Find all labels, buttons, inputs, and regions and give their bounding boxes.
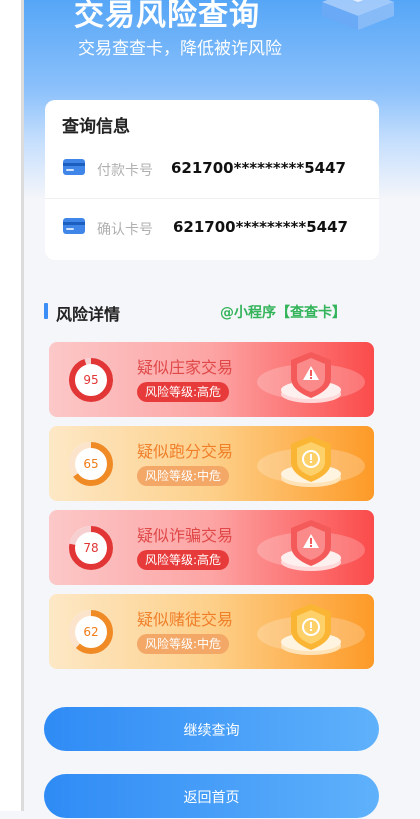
risk-level-badge: 风险等级:高危 [137,382,230,402]
page-title: 交易风险查询 [74,0,260,33]
payment-card-number: 621700*********5447 [171,159,346,177]
payment-card-row: 付款卡号 621700*********5447 [45,140,379,198]
risk-score: 65 [83,457,99,471]
risk-item-score-farming[interactable]: 65 疑似跑分交易 风险等级:中危 [49,426,374,501]
warning-shield-icon [257,352,365,403]
bank-card-icon [63,159,85,175]
mini-program-watermark: @小程序【查查卡】 [220,305,346,321]
warning-shield-icon [257,520,365,571]
risk-level-badge: 风险等级:中危 [137,634,230,654]
confirm-card-row: 确认卡号 621700*********5447 [45,198,379,257]
risk-level-badge: 风险等级:中危 [137,466,230,486]
back-home-button[interactable]: 返回首页 [44,774,379,818]
page-subtitle: 交易查查卡，降低被诈风险 [78,39,282,59]
bank-card-icon [63,218,85,234]
risk-name: 疑似庄家交易 [137,358,234,377]
risk-name: 疑似赌徒交易 [137,610,234,629]
risk-section-title: 风险详情 [56,305,121,324]
alert-shield-icon [257,604,365,655]
risk-item-fraud[interactable]: 78 疑似诈骗交易 风险等级:高危 [49,510,374,585]
risk-score: 62 [83,625,99,639]
risk-score: 95 [83,373,99,387]
query-info-title: 查询信息 [62,117,130,137]
left-edge-panel [0,0,24,811]
confirm-card-number: 621700*********5447 [173,218,348,236]
risk-score: 78 [83,541,99,555]
query-info-card: 查询信息 付款卡号 621700*********5447 确认卡号 62170… [45,100,379,260]
section-accent-bar [44,303,48,319]
risk-level-badge: 风险等级:高危 [137,550,230,570]
cube-illustration-icon [322,0,394,30]
payment-card-label: 付款卡号 [97,163,153,179]
risk-item-banker[interactable]: 95 疑似庄家交易 风险等级:高危 [49,342,374,417]
risk-name: 疑似跑分交易 [137,442,234,461]
risk-item-gambler[interactable]: 62 疑似赌徒交易 风险等级:中危 [49,594,374,669]
divider [21,0,24,811]
continue-query-button[interactable]: 继续查询 [44,707,379,751]
risk-name: 疑似诈骗交易 [137,526,234,545]
confirm-card-label: 确认卡号 [97,222,153,238]
alert-shield-icon [257,436,365,487]
